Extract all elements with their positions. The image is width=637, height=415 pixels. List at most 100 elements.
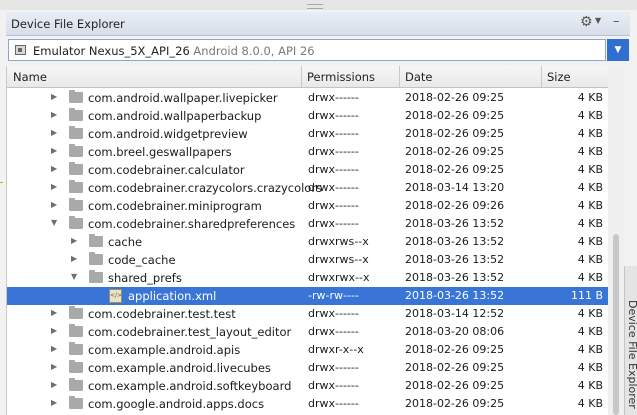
chevron-right-icon[interactable]: ▶ [51,344,57,353]
chevron-down-icon[interactable]: ▼ [51,218,57,227]
file-size: 4 KB [577,145,603,158]
file-size: 4 KB [577,343,603,356]
panel-title: Device File Explorer [11,17,125,31]
table-row[interactable]: ▶ com.android.wallpaper.livepicker drwx---… [7,89,609,107]
folder-icon [89,270,103,283]
table-row[interactable]: ▶ com.android.wallpaperbackup drwx------ 20… [7,107,609,125]
chevron-right-icon[interactable]: ▶ [51,308,57,317]
file-permissions: drwx------ [308,217,359,230]
file-size: 4 KB [577,181,603,194]
table-row[interactable]: ▶ com.codebrainer.crazycolors.crazycolors… [7,179,609,197]
folder-icon [69,324,83,337]
file-name: com.codebrainer.calculator [88,163,245,177]
top-splitter[interactable] [0,0,637,10]
table-row[interactable]: ▶ com.android.widgetpreview drwx------ 2018… [7,125,609,143]
vertical-scrollbar[interactable] [608,66,624,415]
file-name: com.google.android.apps.docs [88,397,265,411]
file-size: 4 KB [577,271,603,284]
drag-grip-icon[interactable] [307,4,323,9]
file-date: 2018-02-26 09:26 [405,199,505,212]
chevron-right-icon[interactable]: ▶ [51,398,57,407]
file-permissions: drwx------ [308,91,359,104]
chevron-down-icon[interactable]: ▼ [71,272,77,281]
table-row[interactable]: ▼ com.codebrainer.sharedpreferences drwx--… [7,215,609,233]
file-name: com.example.android.softkeyboard [88,379,292,393]
file-size: 4 KB [577,163,603,176]
file-date: 2018-03-14 12:52 [405,307,505,320]
gear-icon[interactable]: ⚙ [580,14,593,30]
table-row[interactable]: ▶ com.example.android.livecubes drwx------… [7,359,609,377]
column-header-name[interactable]: Name [13,70,47,84]
folder-icon [69,90,83,103]
file-name: code_cache [108,253,176,267]
file-date: 2018-02-26 09:25 [405,91,505,104]
device-selector-bar: Emulator Nexus_5X_API_26 Android 8.0.0, … [6,36,630,66]
file-permissions: drwx------ [308,145,359,158]
column-header-permissions[interactable]: Permissions [307,70,375,84]
chevron-right-icon[interactable]: ▶ [51,380,57,389]
chevron-right-icon[interactable]: ▶ [71,236,77,245]
file-name: com.example.android.apis [88,343,241,357]
file-size: 4 KB [577,109,603,122]
file-permissions: drwxrws--x [308,253,369,266]
file-size: 4 KB [577,253,603,266]
table-row[interactable]: ▶ com.codebrainer.miniprogram drwx------ 20… [7,197,609,215]
file-permissions: drwx------ [308,379,359,392]
scrollbar-thumb[interactable] [613,234,619,415]
chevron-right-icon[interactable]: ▶ [51,182,57,191]
table-row[interactable]: ▶ com.breel.geswallpapers drwx------ 2018-0… [7,143,609,161]
table-row[interactable]: ▶ com.example.android.apis drwxr-x--x 2018-… [7,341,609,359]
chevron-down-icon[interactable]: ▼ [595,16,601,25]
column-header-date[interactable]: Date [405,70,433,84]
dropdown-arrow-button[interactable]: ▼ [607,39,629,61]
file-name: com.codebrainer.test_layout_editor [88,325,292,339]
file-date: 2018-02-26 09:25 [405,379,505,392]
side-tab-device-file-explorer[interactable]: Device File Explorer [626,300,637,409]
column-divider[interactable] [541,66,542,88]
folder-icon [89,234,103,247]
file-name: com.codebrainer.test.test [88,307,236,321]
device-name: Emulator Nexus_5X_API_26 Android 8.0.0, … [33,44,315,58]
column-divider[interactable] [399,66,400,88]
file-name: com.android.wallpaperbackup [88,109,262,123]
file-size: 4 KB [577,379,603,392]
column-header-size[interactable]: Size [547,70,571,84]
chevron-right-icon[interactable]: ▶ [51,362,57,371]
column-divider[interactable] [301,66,302,88]
file-permissions: drwx------ [308,361,359,374]
table-row[interactable]: ▶ cache drwxrws--x 2018-03-26 13:52 4 KB [7,233,609,251]
folder-icon [69,162,83,175]
file-size: 4 KB [577,325,603,338]
table-row[interactable]: ▶ com.codebrainer.calculator drwx------ 201… [7,161,609,179]
file-date: 2018-02-26 09:25 [405,343,505,356]
panel-titlebar: Device File Explorer ⚙ ▼ – [6,12,630,36]
chevron-right-icon[interactable]: ▶ [51,200,57,209]
table-row[interactable]: ▼ shared_prefs drwxrwx--x 2018-03-26 13:52 4… [7,269,609,287]
minimize-icon[interactable]: – [613,14,620,29]
file-date: 2018-02-26 09:25 [405,397,505,410]
table-row[interactable]: ▶ com.google.android.apps.docs drwx------ 2… [7,395,609,413]
table-row[interactable]: ▶ com.codebrainer.test_layout_editor drwx-… [7,323,609,341]
folder-icon [69,360,83,373]
file-date: 2018-03-26 13:52 [405,271,505,284]
chevron-right-icon[interactable]: ▶ [51,326,57,335]
chevron-right-icon[interactable]: ▶ [51,164,57,173]
table-row[interactable]: ▶ com.codebrainer.test.test drwx------ 2018… [7,305,609,323]
chevron-right-icon[interactable]: ▶ [51,146,57,155]
table-row[interactable]: ▶ code_cache drwxrws--x 2018-03-26 13:52 4 K… [7,251,609,269]
chevron-right-icon[interactable]: ▶ [71,254,77,263]
chevron-right-icon[interactable]: ▶ [51,128,57,137]
table-row[interactable]: ▶ com.example.android.softkeyboard drwx---… [7,377,609,395]
file-date: 2018-02-26 09:25 [405,163,505,176]
file-permissions: drwx------ [308,181,359,194]
file-date: 2018-02-26 09:25 [405,127,505,140]
table-row[interactable]: </> application.xml -rw-rw---- 2018-03-26 1… [7,287,609,305]
device-dropdown[interactable]: Emulator Nexus_5X_API_26 Android 8.0.0, … [8,39,606,61]
file-date: 2018-03-14 13:20 [405,181,505,194]
chevron-right-icon[interactable]: ▶ [51,110,57,119]
file-permissions: drwxrws--x [308,235,369,248]
file-date: 2018-02-26 09:25 [405,361,505,374]
chevron-right-icon[interactable]: ▶ [51,92,57,101]
file-permissions: drwx------ [308,163,359,176]
file-name: com.codebrainer.crazycolors.crazycolors [88,181,323,195]
